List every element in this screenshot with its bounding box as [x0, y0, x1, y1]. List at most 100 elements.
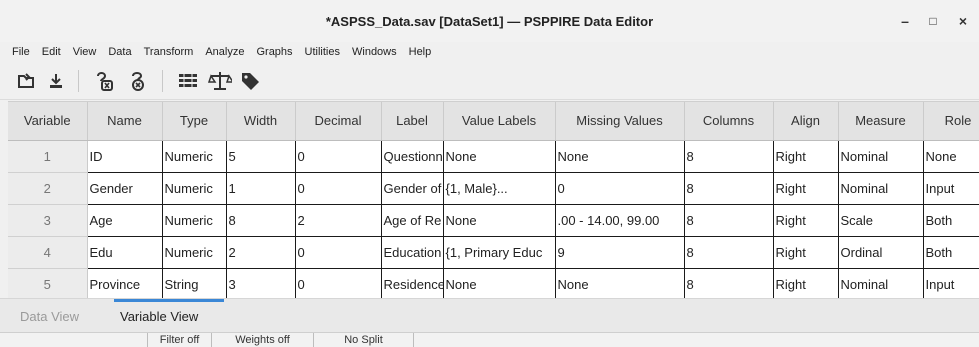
cell-type[interactable]: Numeric: [162, 204, 227, 237]
cell-width[interactable]: 1: [226, 172, 296, 205]
cell-columns[interactable]: 8: [684, 204, 774, 237]
header-width[interactable]: Width: [226, 102, 296, 141]
header-role[interactable]: Role: [923, 102, 979, 141]
cell-missing-values[interactable]: 9: [555, 236, 685, 269]
cell-value-labels[interactable]: None: [443, 204, 556, 237]
maximize-button[interactable]: □: [922, 10, 944, 32]
cell-measure[interactable]: Nominal: [838, 268, 924, 298]
cell-type[interactable]: String: [162, 268, 227, 298]
cell-decimal[interactable]: 0: [295, 140, 382, 173]
menu-windows[interactable]: Windows: [346, 46, 403, 58]
cell-width[interactable]: 8: [226, 204, 296, 237]
menu-transform[interactable]: Transform: [138, 46, 200, 58]
tab-variable-view[interactable]: Variable View: [120, 309, 198, 324]
cell-decimal[interactable]: 2: [295, 204, 382, 237]
header-align[interactable]: Align: [773, 102, 839, 141]
tab-data-view[interactable]: Data View: [20, 309, 79, 324]
header-measure[interactable]: Measure: [838, 102, 924, 141]
row-number[interactable]: 5: [8, 268, 88, 298]
cell-role[interactable]: Input: [923, 268, 979, 298]
cell-name[interactable]: Gender: [87, 172, 163, 205]
cell-decimal[interactable]: 0: [295, 268, 382, 298]
cell-columns[interactable]: 8: [684, 140, 774, 173]
open-file-icon[interactable]: [14, 69, 38, 93]
row-number[interactable]: 3: [8, 204, 88, 237]
cell-align[interactable]: Right: [773, 172, 839, 205]
header-columns[interactable]: Columns: [684, 102, 774, 141]
save-icon[interactable]: [44, 69, 68, 93]
cell-role[interactable]: Both: [923, 204, 979, 237]
header-label[interactable]: Label: [381, 102, 444, 141]
cell-columns[interactable]: 8: [684, 268, 774, 298]
menu-edit[interactable]: Edit: [36, 46, 67, 58]
cell-role[interactable]: Input: [923, 172, 979, 205]
row-number[interactable]: 2: [8, 172, 88, 205]
cell-label[interactable]: Gender of: [381, 172, 444, 205]
cell-type[interactable]: Numeric: [162, 172, 227, 205]
weight-cases-icon[interactable]: [208, 69, 232, 93]
menu-view[interactable]: View: [67, 46, 103, 58]
cell-role[interactable]: Both: [923, 236, 979, 269]
cell-label[interactable]: Questionnaire: [381, 140, 444, 173]
menu-utilities[interactable]: Utilities: [299, 46, 346, 58]
cell-measure[interactable]: Nominal: [838, 172, 924, 205]
insert-cases-icon[interactable]: [176, 69, 200, 93]
status-weights: Weights off: [212, 333, 314, 347]
goto-case-icon[interactable]: [92, 69, 116, 93]
cell-width[interactable]: 5: [226, 140, 296, 173]
menu-analyze[interactable]: Analyze: [199, 46, 250, 58]
header-variable[interactable]: Variable: [8, 102, 88, 141]
cell-decimal[interactable]: 0: [295, 172, 382, 205]
minimize-button[interactable]: –: [894, 10, 916, 32]
cell-align[interactable]: Right: [773, 140, 839, 173]
cell-name[interactable]: Province: [87, 268, 163, 298]
menu-data[interactable]: Data: [102, 46, 137, 58]
status-bar: Filter off Weights off No Split: [0, 332, 979, 347]
grid-header-row: Variable Name Type Width Decimal Label V…: [8, 102, 979, 141]
header-missing-values[interactable]: Missing Values: [555, 102, 685, 141]
cell-measure[interactable]: Ordinal: [838, 236, 924, 269]
cell-name[interactable]: Edu: [87, 236, 163, 269]
cell-value-labels[interactable]: {1, Male}...: [443, 172, 556, 205]
cell-value-labels[interactable]: None: [443, 268, 556, 298]
cell-align[interactable]: Right: [773, 268, 839, 298]
cell-missing-values[interactable]: None: [555, 268, 685, 298]
cell-missing-values[interactable]: None: [555, 140, 685, 173]
cell-value-labels[interactable]: None: [443, 140, 556, 173]
cell-type[interactable]: Numeric: [162, 140, 227, 173]
cell-label[interactable]: Education: [381, 236, 444, 269]
close-button[interactable]: ×: [952, 10, 974, 32]
cell-align[interactable]: Right: [773, 236, 839, 269]
cell-missing-values[interactable]: 0: [555, 172, 685, 205]
cell-name[interactable]: Age: [87, 204, 163, 237]
row-number[interactable]: 4: [8, 236, 88, 269]
header-decimal[interactable]: Decimal: [295, 102, 382, 141]
cell-width[interactable]: 2: [226, 236, 296, 269]
header-value-labels[interactable]: Value Labels: [443, 102, 556, 141]
cell-columns[interactable]: 8: [684, 172, 774, 205]
cell-decimal[interactable]: 0: [295, 236, 382, 269]
cell-label[interactable]: Residence: [381, 268, 444, 298]
menu-file[interactable]: File: [6, 46, 36, 58]
menu-help[interactable]: Help: [403, 46, 438, 58]
row-number[interactable]: 1: [8, 140, 88, 173]
status-empty: [0, 333, 148, 347]
menu-graphs[interactable]: Graphs: [250, 46, 298, 58]
cell-type[interactable]: Numeric: [162, 236, 227, 269]
header-name[interactable]: Name: [87, 102, 163, 141]
table-row: 1 ID Numeric 5 0 Questionnaire None None…: [8, 140, 979, 173]
cell-width[interactable]: 3: [226, 268, 296, 298]
cell-columns[interactable]: 8: [684, 236, 774, 269]
value-labels-icon[interactable]: [238, 69, 262, 93]
goto-variable-icon[interactable]: [126, 69, 150, 93]
table-row: 4 Edu Numeric 2 0 Education {1, Primary …: [8, 236, 979, 269]
cell-name[interactable]: ID: [87, 140, 163, 173]
header-type[interactable]: Type: [162, 102, 227, 141]
cell-missing-values[interactable]: .00 - 14.00, 99.00: [555, 204, 685, 237]
cell-value-labels[interactable]: {1, Primary Educ: [443, 236, 556, 269]
cell-label[interactable]: Age of Re: [381, 204, 444, 237]
cell-measure[interactable]: Scale: [838, 204, 924, 237]
cell-align[interactable]: Right: [773, 204, 839, 237]
cell-measure[interactable]: Nominal: [838, 140, 924, 173]
cell-role[interactable]: None: [923, 140, 979, 173]
